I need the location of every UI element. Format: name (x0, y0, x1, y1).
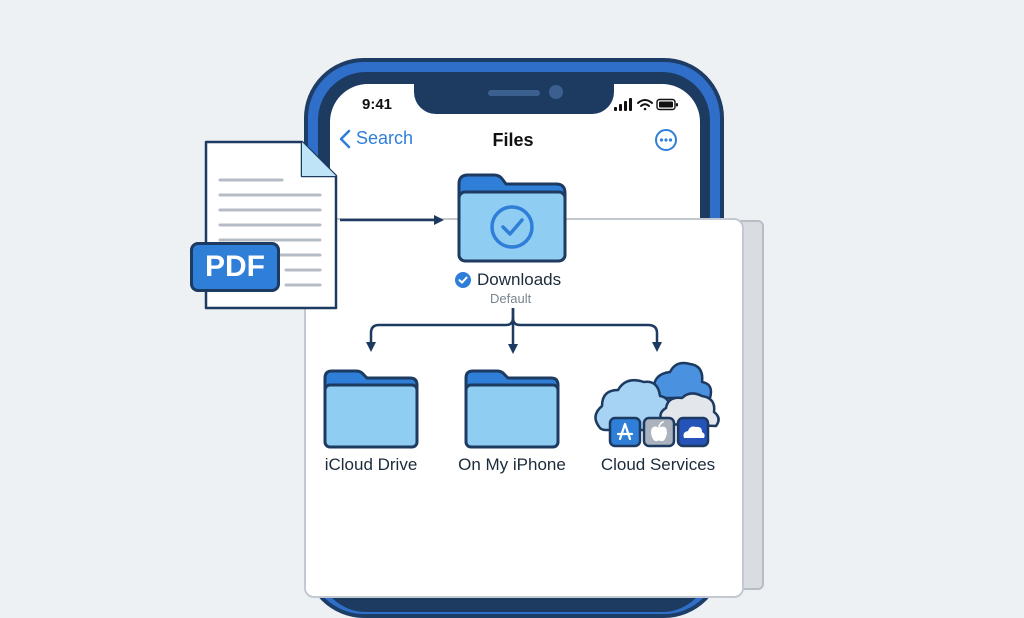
downloads-branch-connector (366, 308, 515, 352)
onedrive-cloud-icon (676, 416, 710, 448)
apple-logo-icon (642, 416, 676, 448)
cloud-services[interactable] (592, 358, 724, 450)
icloud-drive-folder[interactable] (322, 368, 420, 450)
icloud-drive-label: iCloud Drive (324, 455, 418, 474)
folder-icon (323, 369, 419, 449)
cloud-services-label: Cloud Services (600, 455, 716, 474)
on-my-iphone-folder[interactable] (463, 368, 561, 450)
clouds-icon (594, 361, 720, 448)
flow-arrows (340, 215, 662, 354)
folder-icon (464, 369, 560, 449)
app-store-icon (608, 416, 642, 448)
on-my-iphone-label: On My iPhone (458, 455, 566, 474)
